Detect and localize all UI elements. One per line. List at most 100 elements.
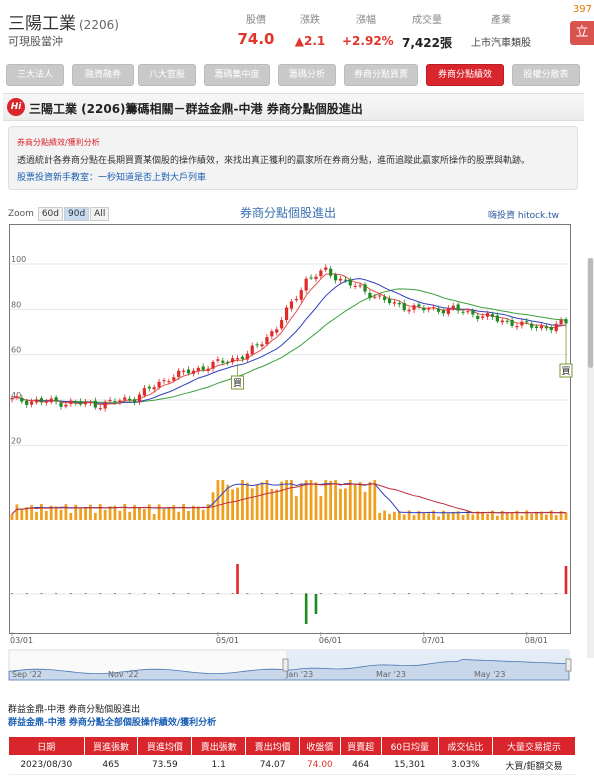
navigator-label: Mar '23	[376, 670, 406, 679]
table-header-cell[interactable]: 大量交易提示	[491, 736, 577, 756]
volume-bar	[265, 480, 269, 520]
volume-bar	[393, 511, 396, 520]
volume-bar	[554, 515, 558, 520]
scrollbar-thumb[interactable]	[588, 258, 593, 368]
volume-bar	[324, 480, 328, 520]
table-header-cell[interactable]: 買進張數	[83, 736, 139, 756]
candle-body	[211, 361, 215, 369]
broker-net-tick	[246, 593, 249, 594]
candle-body	[240, 356, 245, 359]
broker-net-tick	[393, 593, 396, 594]
candle-body	[69, 400, 73, 404]
candle-body	[466, 311, 470, 313]
volume-bar	[177, 511, 181, 520]
table-cell: 465	[84, 755, 138, 775]
volume-bar	[40, 504, 43, 520]
volume-bar	[383, 510, 387, 520]
volume-bar	[549, 510, 553, 520]
candle-body	[216, 359, 220, 361]
candle-body	[132, 399, 137, 403]
y-tick-label: 100	[11, 255, 26, 264]
volume-bar	[461, 515, 465, 520]
candle-body	[324, 267, 328, 270]
table-header-cell[interactable]: 賣出張數	[191, 736, 247, 756]
volume-bar	[79, 507, 83, 520]
volume-bar	[466, 510, 470, 520]
candle-body	[358, 285, 362, 287]
volume-bar	[187, 510, 190, 520]
volume-bar	[495, 515, 499, 520]
broker-net-tick	[40, 593, 43, 594]
volume-bar	[319, 495, 323, 520]
volume-bar	[157, 504, 161, 520]
candle-body	[549, 326, 553, 331]
candle-body	[83, 401, 88, 405]
candle-body	[108, 399, 112, 401]
candle-body	[191, 370, 195, 374]
table-cell: 15,301	[381, 755, 439, 775]
candle-body	[201, 366, 205, 370]
candle-body	[206, 368, 210, 371]
candle-body	[142, 388, 146, 396]
candle-body	[387, 298, 392, 304]
table-header-cell[interactable]: 日期	[8, 736, 85, 756]
y-tick-label: 60	[11, 346, 21, 355]
candle-body	[98, 408, 102, 410]
volume-bar	[353, 483, 357, 520]
volume-bar	[422, 512, 426, 520]
broker-net-tick	[99, 593, 102, 594]
candle-body	[177, 370, 181, 377]
candle-body	[245, 353, 249, 360]
table-header-cell[interactable]: 成交佔比	[438, 736, 493, 756]
volume-bar	[304, 480, 308, 520]
candle-body	[113, 401, 117, 403]
broker-net-tick	[363, 593, 366, 594]
ma-long-line	[11, 288, 567, 403]
volume-bar	[89, 504, 92, 520]
candle-body	[461, 311, 465, 313]
candle-body	[309, 277, 313, 279]
volume-bar	[280, 481, 284, 520]
x-tick-label: 06/01	[319, 636, 342, 645]
candle-body	[539, 325, 544, 329]
table-header-cell[interactable]: 60日均量	[380, 736, 440, 756]
volume-bar	[196, 506, 200, 520]
table-header-cell[interactable]: 買進均價	[137, 736, 193, 756]
volume-bar	[530, 513, 534, 520]
table-header-row: 日期 買進張數 買進均價 賣出張數 賣出均價 收盤價 買賣超 60日均量 成交佔比 大量交易提示	[8, 736, 577, 756]
table-header-cell[interactable]: 賣出均價	[245, 736, 301, 756]
candle-body	[534, 326, 539, 329]
table-header-cell[interactable]: 收盤價	[299, 736, 341, 756]
candle-body	[495, 315, 499, 322]
volume-bar	[44, 510, 48, 520]
table-cell: 74.07	[245, 755, 300, 775]
volume-bar	[15, 504, 19, 520]
volume-bar	[59, 509, 63, 520]
broker-net-tick	[437, 593, 440, 594]
volume-bar	[412, 515, 416, 520]
volume-bar	[368, 482, 372, 520]
volume-bar	[270, 488, 274, 520]
candle-body	[235, 358, 240, 360]
candle-body	[162, 380, 166, 382]
broker-net-tick	[378, 593, 381, 594]
table-cell: 73.59	[137, 755, 192, 775]
broker-performance-link[interactable]: 群益金鼎-中港 券商分點全部個股操作績效/獲利分析	[8, 715, 216, 728]
candle-body	[348, 279, 352, 286]
candle-body	[128, 398, 132, 401]
volume-bar	[486, 513, 489, 520]
volume-bar	[201, 509, 205, 520]
candle-body	[378, 295, 382, 297]
candle-body	[530, 323, 534, 328]
candle-body	[544, 326, 548, 329]
table-row: 2023/08/30 465 73.59 1.1 74.07 74.00 464 15,301…	[8, 755, 576, 775]
candle-body	[196, 367, 200, 372]
volume-bar	[98, 504, 102, 520]
table-header-cell[interactable]: 買賣超	[339, 736, 382, 756]
candle-body	[333, 274, 338, 281]
broker-net-tick	[202, 593, 205, 594]
page-scrollbar[interactable]	[587, 258, 594, 658]
navigator-label: May '23	[474, 670, 505, 679]
volume-bar	[525, 510, 529, 520]
volume-bar	[363, 491, 367, 520]
